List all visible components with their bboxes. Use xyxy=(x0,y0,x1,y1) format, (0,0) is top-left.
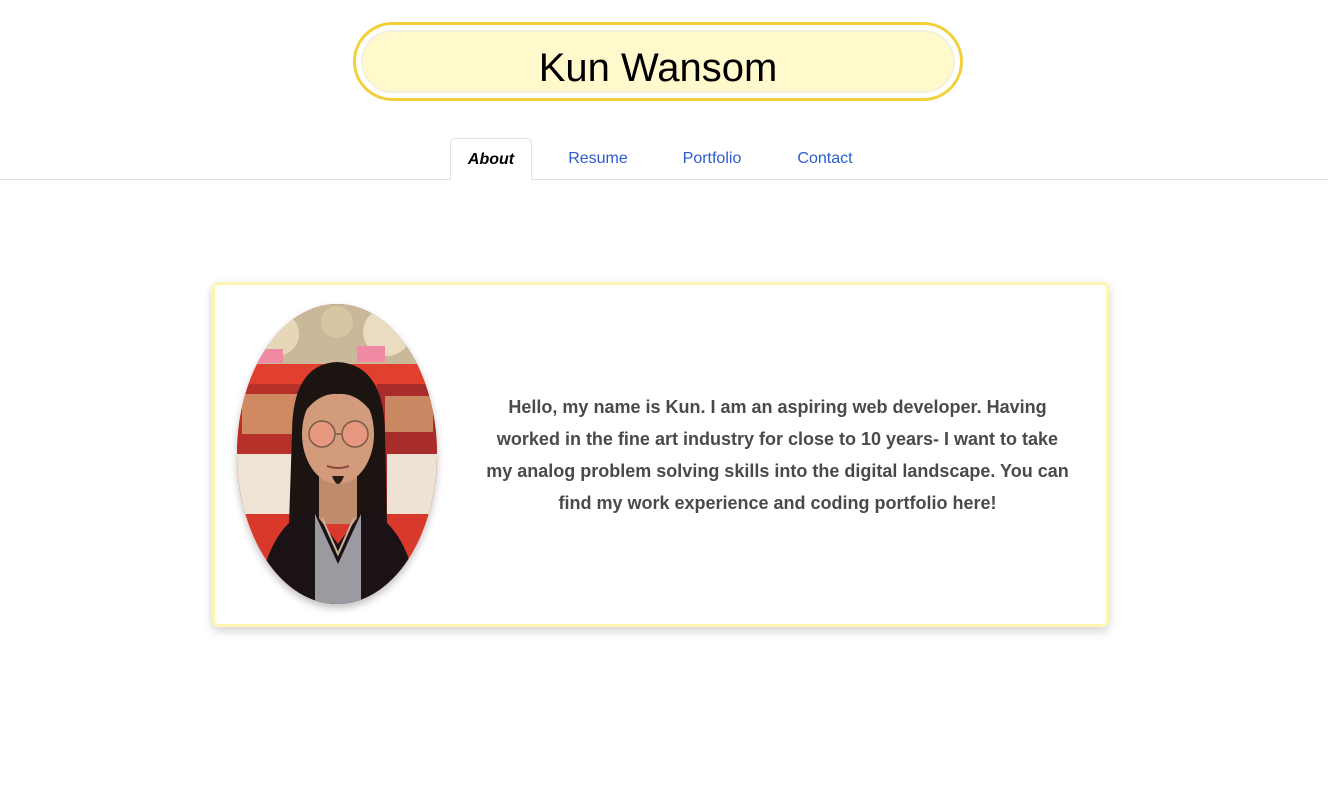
site-title: Kun Wansom xyxy=(538,46,778,90)
tab-about[interactable]: About xyxy=(450,138,532,180)
header-banner: Kun Wansom xyxy=(353,22,963,101)
bio-text: Hello, my name is Kun. I am an aspiring … xyxy=(486,397,1069,513)
tab-resume[interactable]: Resume xyxy=(554,138,642,180)
profile-photo-icon xyxy=(237,304,437,604)
tab-contact[interactable]: Contact xyxy=(782,138,868,180)
tab-portfolio[interactable]: Portfolio xyxy=(667,138,757,180)
page: Kun Wansom About Resume Portfolio Contac… xyxy=(0,0,1328,799)
nav-tabs: About Resume Portfolio Contact xyxy=(0,138,1328,180)
about-card: Hello, my name is Kun. I am an aspiring … xyxy=(212,282,1109,627)
profile-photo xyxy=(237,304,437,604)
header-banner-inner: Kun Wansom xyxy=(361,30,955,93)
